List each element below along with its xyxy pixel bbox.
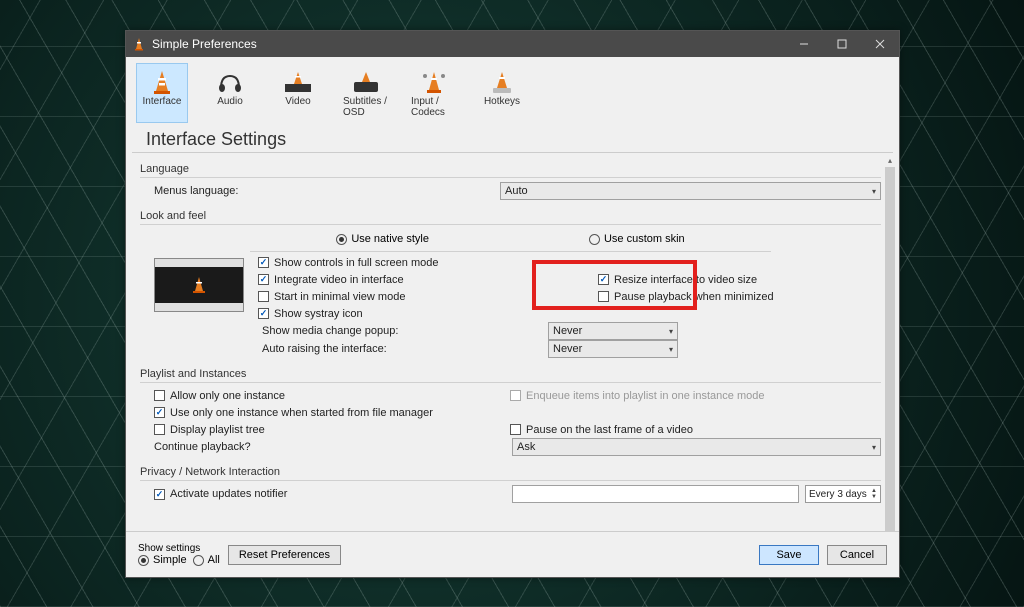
category-label: Input / Codecs [411, 96, 457, 118]
close-button[interactable] [861, 31, 899, 57]
category-audio[interactable]: Audio [204, 63, 256, 123]
divider [250, 251, 771, 252]
subtitles-icon [348, 68, 384, 96]
scroll-up-icon[interactable]: ▴ [883, 153, 897, 167]
category-hotkeys[interactable]: Hotkeys [476, 63, 528, 123]
chk-pause-last-frame[interactable]: Pause on the last frame of a video [510, 421, 881, 438]
chk-integrate-video[interactable]: Integrate video in interface [258, 271, 588, 288]
chk-show-controls-fullscreen[interactable]: Show controls in full screen mode [258, 254, 588, 271]
group-look: Look and feel [140, 210, 881, 222]
chk-pause-minimized[interactable]: Pause playback when minimized [598, 288, 881, 305]
chevron-down-icon: ▾ [872, 443, 876, 452]
chevron-down-icon: ▾ [872, 187, 876, 196]
category-label: Interface [143, 96, 182, 107]
menus-language-label: Menus language: [140, 185, 340, 197]
category-subtitles[interactable]: Subtitles / OSD [340, 63, 392, 123]
continue-playback-label: Continue playback? [140, 441, 512, 453]
interface-cone-icon [144, 68, 180, 96]
settings-scroll-area: Language Menus language: Auto▾ Look and … [126, 153, 899, 547]
chk-allow-one-instance[interactable]: Allow only one instance [154, 387, 500, 404]
reset-preferences-button[interactable]: Reset Preferences [228, 545, 341, 565]
show-settings-label: Show settings [138, 543, 220, 554]
radio-show-all[interactable]: All [193, 554, 220, 566]
category-interface[interactable]: Interface [136, 63, 188, 123]
save-button[interactable]: Save [759, 545, 819, 565]
chevron-down-icon[interactable]: ▼ [871, 494, 877, 500]
chk-resize-to-video[interactable]: Resize interface to video size [598, 271, 881, 288]
auto-raise-select[interactable]: Never▾ [548, 340, 678, 358]
category-label: Video [285, 96, 310, 107]
group-playlist: Playlist and Instances [140, 368, 881, 380]
window-title: Simple Preferences [152, 37, 785, 51]
category-codecs[interactable]: Input / Codecs [408, 63, 460, 123]
group-privacy: Privacy / Network Interaction [140, 466, 881, 478]
update-interval-spin[interactable]: Every 3 days▲▼ [805, 485, 881, 503]
preferences-window: Simple Preferences Interface Audio Video… [125, 30, 900, 578]
chevron-down-icon: ▾ [669, 327, 673, 336]
group-language: Language [140, 163, 881, 175]
codecs-cone-icon [416, 68, 452, 96]
chk-activate-updates[interactable]: Activate updates notifier [154, 486, 512, 503]
chk-start-minimal[interactable]: Start in minimal view mode [258, 288, 588, 305]
vlc-app-icon [132, 37, 146, 51]
continue-playback-select[interactable]: Ask▾ [512, 438, 881, 456]
category-video[interactable]: Video [272, 63, 324, 123]
media-change-popup-label: Show media change popup: [248, 325, 548, 337]
divider [140, 382, 881, 383]
radio-show-simple[interactable]: Simple [138, 554, 187, 566]
chk-one-instance-filemanager[interactable]: Use only one instance when started from … [154, 404, 500, 421]
menus-language-select[interactable]: Auto▾ [500, 182, 881, 200]
category-toolbar: Interface Audio Video Subtitles / OSD In… [126, 57, 899, 125]
media-change-popup-select[interactable]: Never▾ [548, 322, 678, 340]
maximize-button[interactable] [823, 31, 861, 57]
scrollbar[interactable]: ▴ ▾ [883, 153, 897, 547]
radio-native-style[interactable]: Use native style [336, 233, 429, 245]
keyboard-cone-icon [484, 68, 520, 96]
scroll-thumb[interactable] [885, 167, 895, 533]
bottom-bar: Show settings Simple All Reset Preferenc… [126, 531, 899, 577]
chk-show-systray[interactable]: Show systray icon [258, 305, 588, 322]
headphones-icon [212, 68, 248, 96]
chk-enqueue-one-instance: Enqueue items into playlist in one insta… [510, 387, 881, 404]
divider [140, 177, 881, 178]
radio-custom-skin[interactable]: Use custom skin [589, 233, 685, 245]
skin-preview [154, 258, 244, 312]
category-label: Subtitles / OSD [343, 96, 389, 118]
page-heading: Interface Settings [132, 125, 893, 153]
titlebar: Simple Preferences [126, 31, 899, 57]
updates-field[interactable] [512, 485, 799, 503]
minimize-button[interactable] [785, 31, 823, 57]
auto-raise-label: Auto raising the interface: [248, 343, 548, 355]
chk-display-playlist-tree[interactable]: Display playlist tree [154, 421, 500, 438]
category-label: Audio [217, 96, 243, 107]
chevron-down-icon: ▾ [669, 345, 673, 354]
divider [140, 224, 881, 225]
divider [140, 480, 881, 481]
cancel-button[interactable]: Cancel [827, 545, 887, 565]
film-cone-icon [280, 68, 316, 96]
category-label: Hotkeys [484, 96, 520, 107]
